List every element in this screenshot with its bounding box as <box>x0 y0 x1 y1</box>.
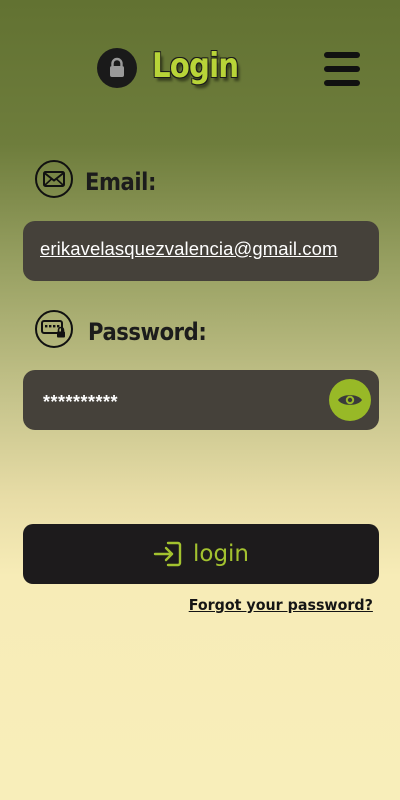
menu-bar <box>324 80 360 86</box>
menu-bar <box>324 52 360 58</box>
password-field[interactable]: ********** <box>23 370 379 430</box>
eye-icon[interactable] <box>329 379 371 421</box>
menu-bar <box>324 66 360 72</box>
page-title: Login <box>152 46 239 86</box>
password-keyboard-lock-icon <box>35 310 73 348</box>
password-label: Password: <box>88 318 207 346</box>
login-arrow-icon <box>153 541 182 567</box>
hamburger-menu-icon[interactable] <box>322 52 362 88</box>
email-value[interactable]: erikavelasquezvalencia@gmail.com <box>40 221 338 281</box>
password-value[interactable]: ********** <box>43 370 118 430</box>
login-button[interactable]: login <box>23 524 379 584</box>
email-field[interactable]: erikavelasquezvalencia@gmail.com <box>23 221 379 281</box>
login-button-label: login <box>192 541 250 567</box>
email-label: Email: <box>85 168 156 196</box>
forgot-password-link[interactable]: Forgot your password? <box>189 594 373 616</box>
envelope-icon <box>35 160 73 198</box>
lock-icon <box>97 48 137 88</box>
